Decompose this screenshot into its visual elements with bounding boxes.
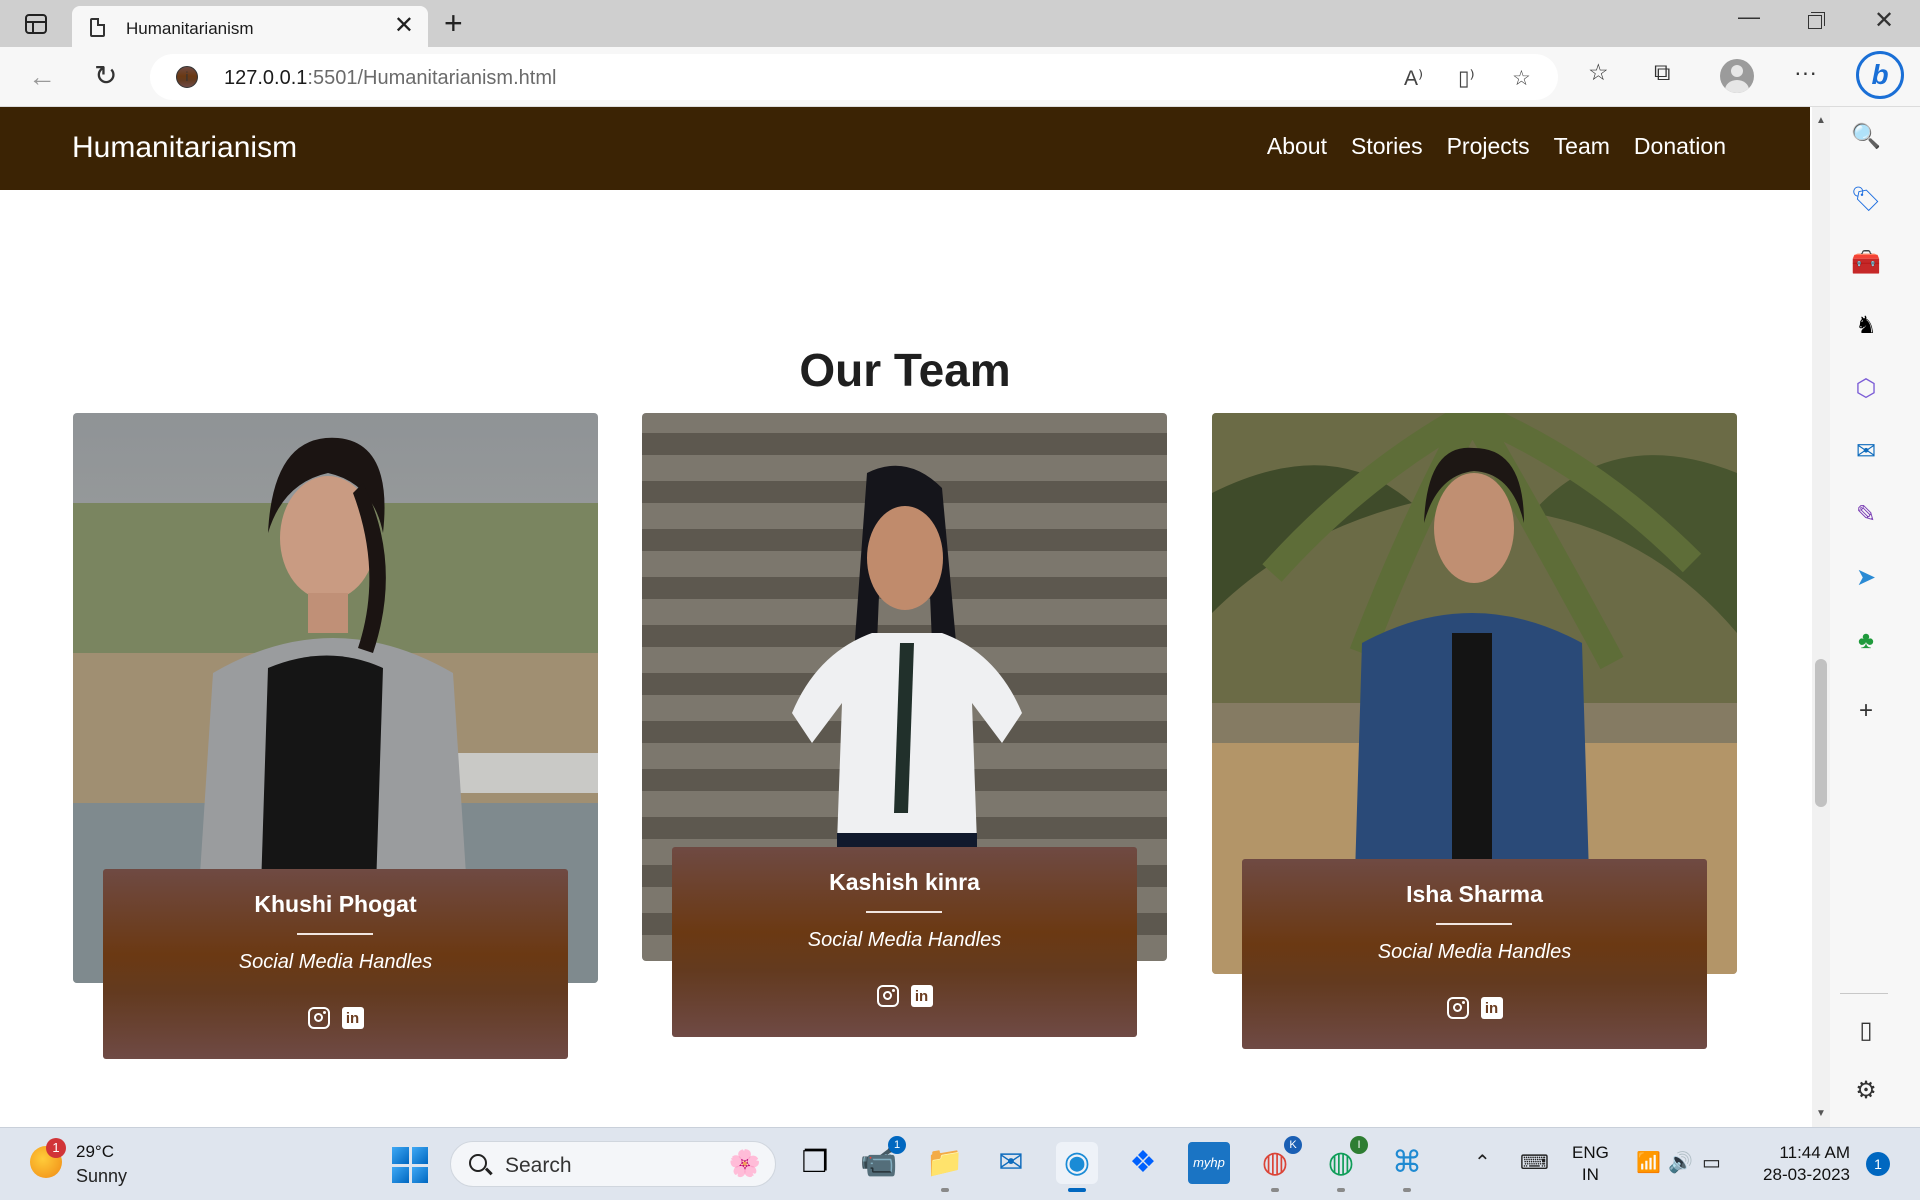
tab-actions-icon[interactable] bbox=[18, 11, 54, 37]
read-aloud-icon[interactable]: A⁾ bbox=[1404, 66, 1423, 91]
wifi-icon[interactable]: 📶 bbox=[1636, 1150, 1661, 1175]
add-favorite-icon[interactable]: ☆ bbox=[1512, 66, 1531, 91]
instagram-icon[interactable] bbox=[1446, 997, 1469, 1019]
member-info-panel: Khushi Phogat Social Media Handles in bbox=[103, 869, 568, 1059]
refresh-icon[interactable]: ↻ bbox=[94, 59, 117, 92]
page-icon bbox=[90, 18, 105, 37]
weather-temperature[interactable]: 29°C bbox=[76, 1142, 114, 1162]
chrome-icon[interactable]: ◍ K bbox=[1254, 1136, 1302, 1192]
task-view-icon[interactable]: ❐ bbox=[794, 1142, 836, 1184]
search-icon[interactable]: 🔍 bbox=[1846, 117, 1886, 157]
file-explorer-icon[interactable]: 📁 bbox=[924, 1142, 966, 1192]
site-brand[interactable]: Humanitarianism bbox=[72, 131, 297, 165]
designer-icon[interactable]: ✎ bbox=[1846, 495, 1886, 535]
tools-icon[interactable]: 🧰 bbox=[1846, 243, 1886, 283]
sidebar-divider bbox=[1840, 993, 1888, 994]
window-close-icon[interactable]: ✕ bbox=[1874, 6, 1894, 35]
divider bbox=[297, 933, 373, 935]
nav-link-projects[interactable]: Projects bbox=[1447, 133, 1530, 160]
linkedin-icon[interactable]: in bbox=[910, 985, 933, 1007]
browser-toolbar: ← ↻ i 127.0.0.1:5501/Humanitarianism.htm… bbox=[0, 47, 1920, 107]
edge-sidebar: 🔍 🏷 🧰 ♞ ⬡ ✉ ✎ ➤ ♣ + ▯ ⚙ bbox=[1830, 107, 1920, 1127]
battery-icon[interactable]: ▭ bbox=[1702, 1150, 1721, 1175]
page-scrollbar[interactable]: ▲ ▼ bbox=[1812, 107, 1830, 1127]
more-options-icon[interactable]: ··· bbox=[1794, 59, 1817, 86]
clock[interactable]: 11:44 AM 28-03-2023 bbox=[1752, 1142, 1850, 1186]
mail-icon[interactable]: ✉ bbox=[990, 1142, 1032, 1184]
edge-icon[interactable]: ◉ bbox=[1056, 1142, 1098, 1192]
site-info-icon[interactable]: i bbox=[176, 66, 198, 88]
settings-icon[interactable]: ⚙ bbox=[1846, 1071, 1886, 1111]
search-icon bbox=[469, 1154, 487, 1172]
hide-sidebar-icon[interactable]: ▯ bbox=[1846, 1011, 1886, 1051]
nav-link-stories[interactable]: Stories bbox=[1351, 133, 1423, 160]
start-icon[interactable] bbox=[392, 1147, 428, 1183]
outlook-icon[interactable]: ✉ bbox=[1846, 432, 1886, 472]
social-links: in bbox=[103, 1007, 568, 1029]
back-icon[interactable]: ← bbox=[28, 61, 56, 93]
teams-chat-icon[interactable]: 📹 1 bbox=[858, 1136, 906, 1184]
divider bbox=[866, 911, 942, 913]
social-links: in bbox=[672, 985, 1137, 1007]
member-name: Kashish kinra bbox=[829, 869, 980, 895]
nav-link-team[interactable]: Team bbox=[1554, 133, 1610, 160]
new-tab-icon[interactable]: + bbox=[444, 6, 463, 40]
linkedin-icon[interactable]: in bbox=[341, 1007, 364, 1029]
add-sidebar-app-icon[interactable]: + bbox=[1846, 691, 1886, 731]
member-info-panel: Kashish kinra Social Media Handles in bbox=[672, 847, 1137, 1037]
address-bar[interactable]: i 127.0.0.1:5501/Humanitarianism.html A⁾… bbox=[150, 54, 1558, 100]
nav-link-about[interactable]: About bbox=[1267, 133, 1327, 160]
microsoft-365-icon[interactable]: ⬡ bbox=[1846, 369, 1886, 409]
touch-keyboard-icon[interactable]: ⌨ bbox=[1520, 1150, 1549, 1175]
social-handles-label: Social Media Handles bbox=[238, 951, 433, 973]
games-icon[interactable]: ♞ bbox=[1846, 306, 1886, 346]
site-navbar: Humanitarianism About Stories Projects T… bbox=[0, 107, 1810, 190]
scroll-thumb[interactable] bbox=[1815, 659, 1827, 807]
volume-icon[interactable]: 🔊 bbox=[1668, 1150, 1693, 1175]
search-label: Search bbox=[505, 1154, 572, 1177]
tab-title: Humanitarianism bbox=[126, 19, 254, 38]
collections-icon[interactable]: ⧉ bbox=[1654, 59, 1670, 86]
site-nav-links: About Stories Projects Team Donation bbox=[1267, 133, 1726, 160]
immersive-reader-icon[interactable]: ▯⁾ bbox=[1458, 66, 1475, 91]
member-name: Khushi Phogat bbox=[254, 891, 417, 917]
search-highlight-icon: 🌸 bbox=[728, 1148, 761, 1178]
bing-chat-icon[interactable]: b bbox=[1856, 51, 1904, 99]
social-handles-label: Social Media Handles bbox=[807, 929, 1002, 951]
vscode-icon[interactable]: ⌘ bbox=[1386, 1142, 1428, 1192]
instagram-icon[interactable] bbox=[307, 1007, 330, 1029]
member-info-panel: Isha Sharma Social Media Handles in bbox=[1242, 859, 1707, 1049]
tree-icon[interactable]: ♣ bbox=[1846, 621, 1886, 661]
send-icon[interactable]: ➤ bbox=[1846, 558, 1886, 598]
windows-taskbar: 1 29°C Sunny Search 🌸 ❐ 📹 1 📁 ✉ ◉ ❖ myhp … bbox=[0, 1127, 1920, 1200]
chrome-icon[interactable]: ◍ I bbox=[1320, 1136, 1368, 1192]
browser-tabbar: Humanitarianism ✕ + — ✕ bbox=[0, 0, 1920, 47]
minimize-icon[interactable]: — bbox=[1738, 4, 1760, 30]
notification-badge[interactable]: 1 bbox=[1866, 1152, 1890, 1176]
weather-condition[interactable]: Sunny bbox=[76, 1166, 127, 1187]
weather-badge: 1 bbox=[46, 1138, 66, 1158]
dropbox-icon[interactable]: ❖ bbox=[1122, 1142, 1164, 1184]
myhp-icon[interactable]: myhp bbox=[1188, 1142, 1230, 1184]
language-indicator[interactable]: ENG IN bbox=[1572, 1142, 1609, 1186]
close-tab-icon[interactable]: ✕ bbox=[394, 14, 414, 38]
url-text[interactable]: 127.0.0.1:5501/Humanitarianism.html bbox=[224, 67, 556, 90]
member-name: Isha Sharma bbox=[1406, 881, 1543, 907]
shopping-tag-icon[interactable]: 🏷 bbox=[1846, 180, 1886, 220]
nav-link-donation[interactable]: Donation bbox=[1634, 133, 1726, 160]
taskbar-search[interactable]: Search 🌸 bbox=[450, 1141, 776, 1187]
social-handles-label: Social Media Handles bbox=[1377, 941, 1572, 963]
profile-avatar[interactable] bbox=[1720, 59, 1754, 93]
chevron-up-icon[interactable]: ⌃ bbox=[1474, 1150, 1491, 1175]
web-page: Humanitarianism About Stories Projects T… bbox=[0, 107, 1810, 1127]
divider bbox=[1436, 923, 1512, 925]
linkedin-icon[interactable]: in bbox=[1480, 997, 1503, 1019]
instagram-icon[interactable] bbox=[876, 985, 899, 1007]
section-title: Our Team bbox=[799, 344, 1011, 396]
scroll-down-icon[interactable]: ▼ bbox=[1816, 1108, 1826, 1119]
scroll-up-icon[interactable]: ▲ bbox=[1816, 115, 1826, 126]
favorites-icon[interactable]: ☆ bbox=[1588, 59, 1609, 86]
browser-tab-active[interactable]: Humanitarianism ✕ bbox=[72, 6, 428, 47]
social-links: in bbox=[1242, 997, 1707, 1019]
